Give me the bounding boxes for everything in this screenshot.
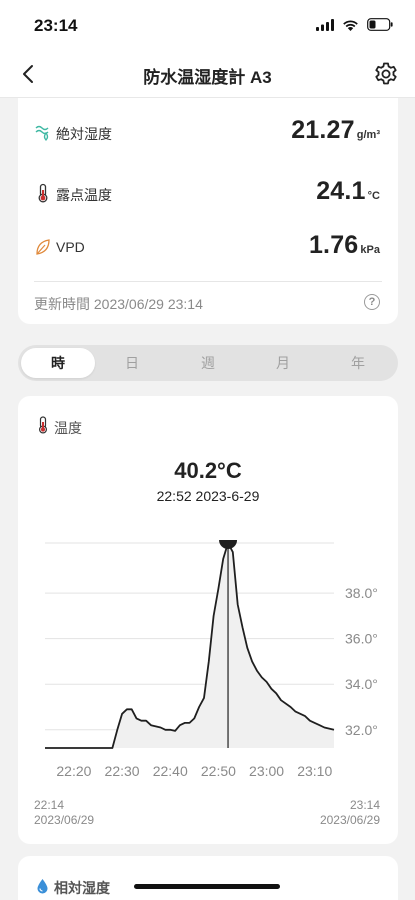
series-area	[45, 543, 334, 748]
metric-label: 絶対湿度	[56, 126, 112, 142]
x-tick-label: 22:20	[56, 763, 91, 779]
divider	[34, 281, 382, 282]
range-end-date: 2023/06/29	[319, 813, 380, 827]
metric-unit: g/m³	[356, 129, 380, 141]
metric-number: 24.1	[316, 177, 366, 205]
y-tick-label: 32.0°	[345, 722, 378, 738]
metric-label: VPD	[56, 239, 85, 255]
segment-month[interactable]: 月	[246, 348, 320, 378]
x-tick-label: 22:50	[201, 763, 236, 779]
battery-icon	[367, 18, 393, 31]
metric-unit: kPa	[360, 244, 380, 256]
update-time: 更新時間 2023/06/29 23:14	[34, 296, 203, 312]
thermometer-icon	[38, 183, 48, 203]
y-tick-label: 36.0°	[345, 631, 378, 647]
metric-label: 露点温度	[56, 187, 112, 203]
selection-marker	[219, 540, 238, 549]
leaf-icon	[36, 239, 50, 255]
wifi-icon	[343, 20, 358, 31]
status-bar: 23:14	[0, 0, 415, 50]
segment-hour[interactable]: 時	[21, 348, 95, 378]
metric-number: 1.76	[308, 231, 359, 259]
metric-unit: °C	[367, 190, 380, 202]
absolute-humidity-icon	[35, 125, 49, 141]
metrics-card: 絶対湿度 21.27 g/m³ 露点温度 24.1 °C VPD 1.76 kP…	[18, 98, 398, 324]
metric-row-absolute-humidity: 絶対湿度 21.27 g/m³	[18, 108, 398, 158]
metric-row-vpd: VPD 1.76 kPa	[18, 223, 398, 273]
metric-value: 21.27 g/m³	[291, 116, 380, 145]
gear-icon	[375, 62, 397, 85]
y-tick-label: 38.0°	[345, 585, 378, 601]
metric-value: 24.1 °C	[316, 177, 380, 206]
time-range-segmented-control: 時 日 週 月 年	[18, 345, 398, 381]
range-start: 22:14 2023/06/29	[34, 798, 94, 828]
temperature-chart[interactable]: 32.0° 34.0° 36.0° 38.0° 22:20 22:30 22:40 22:50…	[18, 396, 398, 796]
metric-number: 21.27	[291, 116, 355, 144]
segment-week[interactable]: 週	[171, 348, 245, 378]
page-title: 防水温湿度計 A3	[143, 68, 272, 87]
range-start-date: 2023/06/29	[34, 813, 95, 827]
temperature-chart-card: 温度 40.2°C 22:52 2023-6-29 32.0° 34.0° 36.0…	[18, 396, 398, 844]
humidity-title: 相対湿度	[54, 880, 110, 896]
status-icons	[316, 18, 393, 31]
metric-row-dew-point: 露点温度 24.1 °C	[18, 169, 398, 219]
water-drop-icon	[37, 879, 48, 894]
range-end: 23:14 2023/06/29	[320, 798, 380, 828]
metric-value: 1.76 kPa	[309, 231, 380, 260]
segment-day[interactable]: 日	[95, 348, 169, 378]
x-tick-label: 22:40	[153, 763, 188, 779]
help-icon[interactable]: ?	[364, 294, 380, 310]
range-start-time: 22:14	[34, 798, 65, 812]
x-tick-label: 23:00	[249, 763, 284, 779]
status-time: 23:14	[34, 16, 78, 35]
x-tick-label: 23:10	[297, 763, 332, 779]
nav-bar: 防水温湿度計 A3	[0, 50, 415, 98]
home-indicator	[134, 884, 280, 889]
segment-year[interactable]: 年	[321, 348, 395, 378]
range-end-time: 23:14	[349, 798, 380, 812]
settings-button[interactable]	[373, 61, 399, 87]
y-tick-label: 34.0°	[345, 676, 378, 692]
x-tick-label: 22:30	[105, 763, 140, 779]
cellular-signal-icon	[316, 18, 334, 31]
humidity-card: 相対湿度	[18, 856, 398, 900]
